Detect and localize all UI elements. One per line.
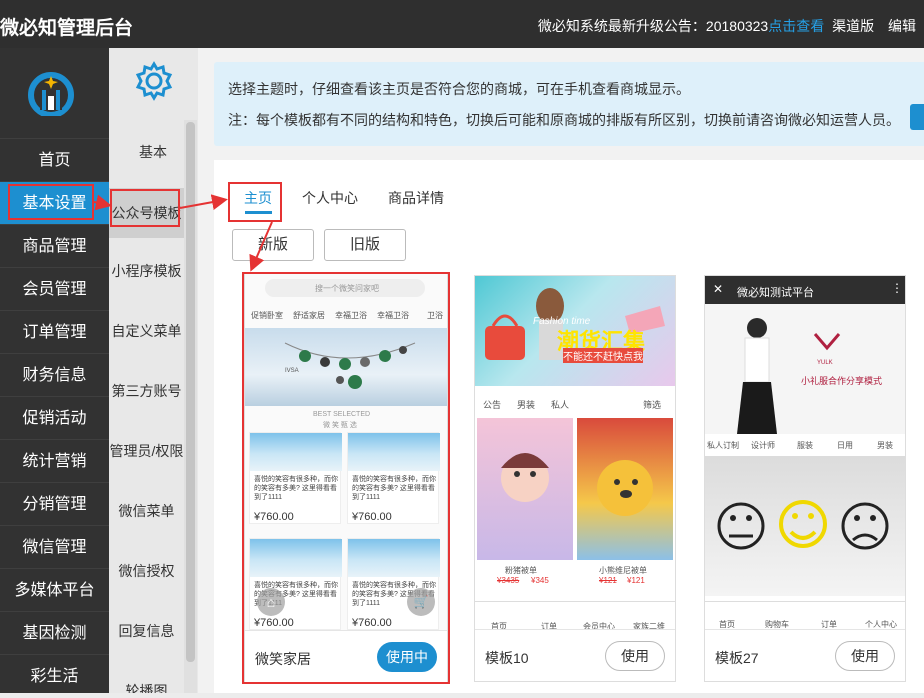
category-item: 私人订制	[707, 441, 739, 450]
filter-notice: 公告	[483, 400, 502, 410]
highlight-box-basic-settings	[8, 184, 94, 220]
preview-banner-image: Fashion time 潮货汇集 不能还不赶快点我	[475, 276, 675, 386]
preview-bottom-nav: 首页 购物车 订单 个人中心	[705, 601, 905, 631]
preview-bottom-nav: 首页 订单 会员中心 家族二维	[475, 601, 675, 631]
product-old-price: ¥121	[599, 576, 617, 585]
sidebar-item-colorlife[interactable]: 彩生活	[0, 654, 109, 697]
brand-slogan: 小礼服合作分享模式	[801, 376, 883, 386]
sidebar-item-products[interactable]: 商品管理	[0, 224, 109, 267]
scrollbar-thumb[interactable]	[186, 122, 195, 662]
highlight-box-official-template	[110, 189, 180, 227]
sidebar-item-orders[interactable]: 订单管理	[0, 310, 109, 353]
alert-line-2: 注：每个模板都有不同的结构和特色，切换后可能和原商城的排版有所区别，切换前请咨询…	[228, 112, 900, 128]
tab-personal-center[interactable]: 个人中心	[302, 188, 358, 208]
category-item: 男装	[877, 441, 893, 450]
subnav-item-miniapp-template[interactable]: 小程序模板	[109, 261, 184, 281]
channel-label: 渠道版	[832, 18, 875, 34]
cartoon-bedding-illustration	[501, 453, 549, 502]
category-item: 设计师	[751, 441, 775, 450]
brand-mark: YULK	[817, 360, 833, 366]
product-image-pink-pig	[477, 418, 573, 560]
model-illustration	[737, 318, 841, 434]
sidebar-item-finance[interactable]: 财务信息	[0, 353, 109, 396]
filter-screen: 筛选	[643, 400, 662, 410]
pooh-bedding-illustration	[597, 460, 653, 516]
category-item: 服装	[797, 441, 813, 450]
emoji-faces-illustration	[717, 500, 889, 550]
info-alert: 选择主题时，仔细查看该主页是否符合您的商城，可在手机查看商城显示。 注：每个模板…	[214, 62, 924, 146]
brand-title: 微必知管理后台	[0, 18, 134, 39]
sidebar-item-distribution[interactable]: 分销管理	[0, 482, 109, 525]
highlight-box-home-tab	[228, 182, 282, 222]
template-name: 模板10	[485, 650, 529, 666]
product-price: ¥121	[627, 576, 645, 585]
sidebar-item-members[interactable]: 会员管理	[0, 267, 109, 310]
main-sidebar: 首页 基本设置 商品管理 会员管理 订单管理 财务信息 促销活动 统计营销 分销…	[0, 48, 109, 693]
sidebar-item-multimedia[interactable]: 多媒体平台	[0, 568, 109, 611]
category-item: 日用	[837, 441, 853, 450]
edit-link[interactable]: 编辑	[888, 18, 916, 34]
subnav-item-admin[interactable]: 管理员/权限	[109, 441, 184, 461]
subnav-item-wechat-auth[interactable]: 微信授权	[109, 561, 184, 581]
logo-icon	[28, 72, 74, 116]
template-card-27[interactable]: ✕ 微必知测试平台 ⋮ YULK 小礼服合作分享模式 私人订制 设计师 服装 日…	[704, 275, 906, 682]
more-icon: ⋮	[891, 281, 903, 295]
subnav-item-custom-menu[interactable]: 自定义菜单	[109, 321, 184, 341]
subnav-item-carousel[interactable]: 轮播图	[109, 681, 184, 693]
sidebar-item-gene-test[interactable]: 基因检测	[0, 611, 109, 654]
close-icon: ✕	[713, 282, 724, 296]
template-preview: ✕ 微必知测试平台 ⋮ YULK 小礼服合作分享模式 私人订制 设计师 服装 日…	[705, 276, 905, 631]
sidebar-item-promotions[interactable]: 促销活动	[0, 396, 109, 439]
highlight-box-current-template	[242, 272, 450, 684]
filter-menswear: 男装	[517, 400, 536, 410]
subnav-title: 基本	[139, 144, 167, 160]
product-image-pooh	[577, 418, 673, 560]
preview-banner-image: YULK 小礼服合作分享模式	[705, 304, 905, 434]
emoji-image	[705, 456, 905, 596]
old-version-button[interactable]: 旧版	[324, 229, 406, 261]
top-bar: 微必知管理后台 微必知系统最新升级公告：20180323点击查看 渠道版 编辑	[0, 0, 924, 48]
new-version-button[interactable]: 新版	[232, 229, 314, 261]
tab-product-detail[interactable]: 商品详情	[388, 188, 444, 208]
subnav-item-reply[interactable]: 回复信息	[109, 621, 184, 641]
preview-header: ✕ 微必知测试平台 ⋮	[705, 276, 905, 304]
sidebar-item-wechat[interactable]: 微信管理	[0, 525, 109, 568]
subnav-item-wechat-menu[interactable]: 微信菜单	[109, 501, 184, 521]
notice-text: 微必知系统最新升级公告：20180323	[537, 18, 769, 34]
template-preview: Fashion time 潮货汇集 不能还不赶快点我 公告 男装 私人 筛选 粉…	[475, 276, 675, 631]
card-footer: 模板27 使用	[705, 629, 905, 681]
gear-icon	[135, 61, 173, 101]
sidebar-item-home[interactable]: 首页	[0, 138, 109, 181]
card-footer: 模板10 使用	[475, 629, 675, 681]
template-card-10[interactable]: Fashion time 潮货汇集 不能还不赶快点我 公告 男装 私人 筛选 粉…	[474, 275, 676, 682]
product-name: 小熊维尼被单	[599, 566, 647, 575]
product-name: 粉猪被单	[505, 566, 537, 575]
product-price: ¥345	[531, 576, 549, 585]
product-old-price: ¥3435	[497, 576, 520, 585]
notice-link[interactable]: 点击查看	[768, 18, 824, 34]
notice-bar: 微必知系统最新升级公告：20180323点击查看 渠道版 编辑	[538, 16, 916, 36]
subnav-item-third-party[interactable]: 第三方账号	[109, 381, 184, 401]
banner-subtitle: 不能还不赶快点我	[563, 348, 643, 363]
template-name: 模板27	[715, 650, 759, 666]
alert-line-1: 选择主题时，仔细查看该主页是否符合您的商城，可在手机查看商城显示。	[228, 81, 690, 97]
sidebar-item-statistics[interactable]: 统计营销	[0, 439, 109, 482]
use-template-button[interactable]: 使用	[605, 641, 665, 671]
use-template-button[interactable]: 使用	[835, 641, 895, 671]
filter-private: 私人	[551, 400, 570, 410]
alert-action-button[interactable]	[910, 104, 924, 130]
preview-title: 微必知测试平台	[737, 287, 814, 299]
